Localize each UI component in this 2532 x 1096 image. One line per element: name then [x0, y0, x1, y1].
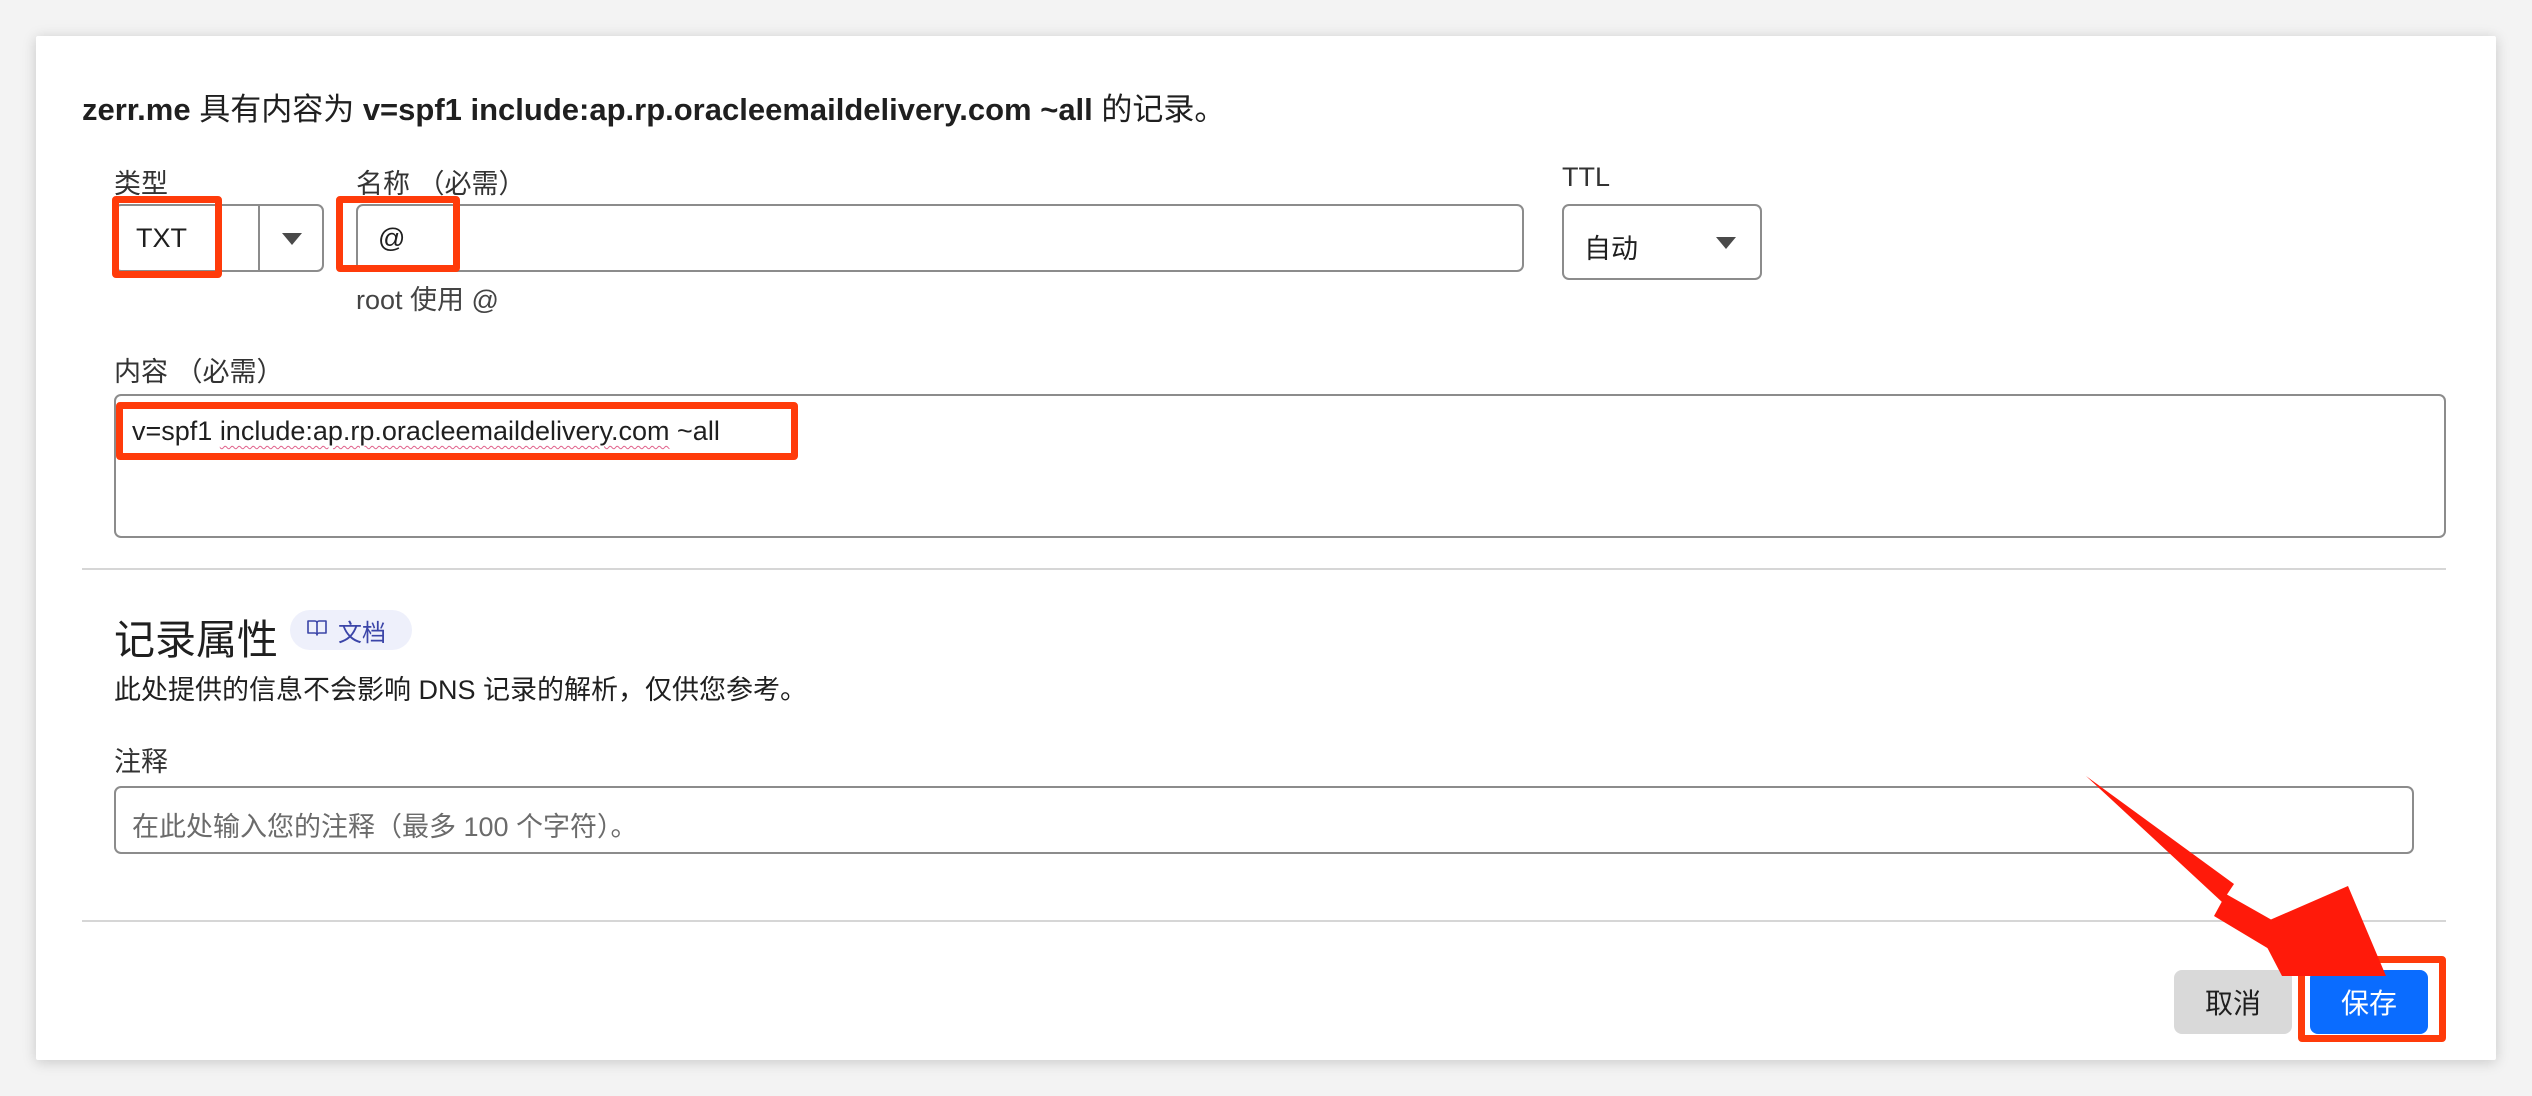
- comment-input-placeholder: 在此处输入您的注释（最多 100 个字符）。: [132, 812, 638, 842]
- record-summary-text: zerr.me 具有内容为 v=spf1 include:ap.rp.oracl…: [82, 84, 1225, 129]
- section-divider: [82, 568, 2446, 570]
- caret-down-icon[interactable]: [1716, 237, 1736, 249]
- pointer-arrow-icon: [2086, 776, 2386, 976]
- summary-text-1: 具有内容为: [190, 92, 363, 127]
- content-label: 内容 （必需）: [114, 357, 284, 387]
- book-icon: [306, 618, 328, 643]
- summary-record-value: v=spf1 include:ap.rp.oracleemaildelivery…: [362, 92, 1093, 127]
- domain-name: zerr.me: [82, 92, 191, 127]
- record-properties-description: 此处提供的信息不会影响 DNS 记录的解析，仅供您参考。: [114, 675, 808, 705]
- docs-link-label: 文档: [338, 619, 386, 647]
- dns-record-edit-card: zerr.me 具有内容为 v=spf1 include:ap.rp.oracl…: [36, 36, 2496, 1060]
- comment-input[interactable]: 在此处输入您的注释（最多 100 个字符）。: [114, 786, 2414, 854]
- ttl-label: TTL: [1562, 162, 1611, 192]
- type-highlight: [112, 196, 222, 278]
- ttl-select[interactable]: 自动: [1562, 204, 1762, 280]
- summary-text-2: 的记录。: [1092, 92, 1226, 127]
- comment-label: 注释: [114, 747, 168, 777]
- name-highlight: [336, 196, 460, 272]
- ttl-select-value: 自动: [1584, 234, 1638, 264]
- caret-down-icon[interactable]: [282, 233, 302, 245]
- content-highlight: [116, 402, 798, 460]
- type-select-divider: [258, 206, 260, 270]
- record-properties-title: 记录属性: [114, 617, 278, 663]
- name-hint: root 使用 @: [356, 285, 499, 315]
- docs-link[interactable]: 文档: [290, 610, 412, 650]
- name-input[interactable]: @: [356, 204, 1524, 272]
